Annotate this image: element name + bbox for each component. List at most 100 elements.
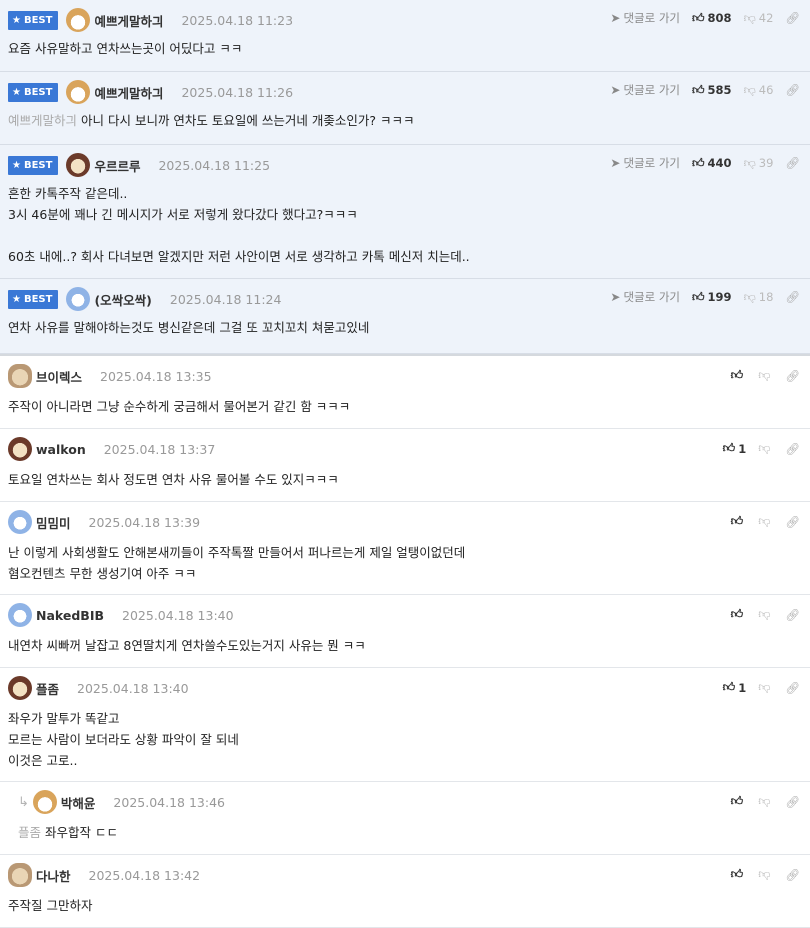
blue-avatar[interactable] bbox=[66, 287, 91, 311]
comment-line-text: 이것은 고로.. bbox=[8, 753, 78, 768]
thumbs-down-icon: 👎︎ bbox=[758, 680, 771, 694]
brown-avatar[interactable] bbox=[8, 676, 32, 700]
comment-line-text: 토요일 연차쓰는 회사 정도면 연차 사유 물어볼 수도 있지ㅋㅋㅋ bbox=[8, 472, 339, 487]
upvote-count: 1 bbox=[738, 680, 747, 695]
upvote-button[interactable]: 👍︎ bbox=[731, 867, 747, 882]
link-icon[interactable]: 🔗︎ bbox=[785, 156, 800, 170]
tan-avatar[interactable] bbox=[8, 364, 32, 388]
thumbs-down-icon: 👎︎ bbox=[758, 368, 771, 382]
link-icon[interactable]: 🔗︎ bbox=[785, 83, 800, 97]
best-comment: ★ BEST 예쁘게말하긔 2025.04.18 11:23 요즘 사유말하고 연차쓰는… bbox=[0, 0, 810, 72]
blue-avatar[interactable] bbox=[8, 603, 32, 627]
upvote-button[interactable]: 👍︎ 1 bbox=[723, 680, 747, 695]
link-icon[interactable]: 🔗︎ bbox=[785, 442, 800, 456]
go-to-reply-link[interactable]: ➤ 댓글로 가기 bbox=[610, 289, 680, 305]
go-to-reply-link[interactable]: ➤ 댓글로 가기 bbox=[610, 82, 680, 98]
go-to-reply-link[interactable]: ➤ 댓글로 가기 bbox=[610, 155, 680, 171]
upvote-count: 1 bbox=[738, 441, 747, 456]
comment-actions: 👍︎ 👎︎ 🔗︎ bbox=[719, 368, 800, 383]
link-icon[interactable]: 🔗︎ bbox=[785, 795, 800, 809]
upvote-button[interactable]: 👍︎ 199 bbox=[692, 290, 732, 305]
downvote-button[interactable]: 👎︎ 46 bbox=[744, 83, 774, 98]
thumbs-up-icon: 👍︎ bbox=[692, 155, 705, 170]
comment-text: 좌우가 말투가 똑같고 모르는 사람이 보더라도 상황 파악이 잘 되네 이것은 고… bbox=[8, 708, 810, 771]
tan-avatar[interactable] bbox=[8, 863, 32, 887]
comment-line-text: 흔한 카톡주작 같은데.. bbox=[8, 186, 128, 201]
comment-text: 플좀 좌우합작 ㄷㄷ bbox=[18, 822, 810, 843]
upvote-count: 440 bbox=[707, 156, 732, 170]
comment-date: 2025.04.18 11:24 bbox=[169, 291, 282, 307]
dog-avatar[interactable] bbox=[66, 80, 91, 104]
brown-avatar[interactable] bbox=[8, 437, 32, 461]
comment-list: ★ BEST 예쁘게말하긔 2025.04.18 11:23 요즘 사유말하고 연차쓰는… bbox=[0, 0, 810, 928]
downvote-button[interactable]: 👎︎ bbox=[758, 441, 773, 456]
best-badge: ★ BEST bbox=[8, 155, 59, 175]
comment-line: 내연차 씨빠꺼 날잡고 8연딸치게 연차쓸수도있는거지 사유는 뭔 ㅋㅋ bbox=[8, 635, 810, 656]
go-reply-label: 댓글로 가기 bbox=[623, 156, 680, 170]
downvote-button[interactable]: 👎︎ bbox=[758, 867, 773, 882]
reply-comment: ↳ 박해윤 2025.04.18 13:46 플좀 좌우합작 ㄷㄷ 👍︎ 👎︎ 🔗︎ bbox=[0, 782, 810, 855]
upvote-button[interactable]: 👍︎ bbox=[731, 514, 747, 529]
blue-avatar[interactable] bbox=[8, 510, 32, 534]
mention-link[interactable]: 플좀 bbox=[18, 825, 41, 840]
star-icon: ★ bbox=[12, 14, 21, 26]
mention-link[interactable]: 예쁘게말하긔 bbox=[8, 113, 77, 128]
link-icon[interactable]: 🔗︎ bbox=[785, 681, 800, 695]
brown-avatar[interactable] bbox=[66, 153, 91, 177]
link-icon[interactable]: 🔗︎ bbox=[785, 868, 800, 882]
reply-arrow-icon: ↳ bbox=[18, 794, 29, 810]
downvote-button[interactable]: 👎︎ 18 bbox=[744, 290, 774, 305]
nickname[interactable]: 플좀 bbox=[36, 679, 59, 698]
nickname[interactable]: 다나한 bbox=[36, 866, 71, 885]
nickname[interactable]: 브이렉스 bbox=[36, 367, 82, 386]
nickname[interactable]: 밈밈미 bbox=[36, 513, 71, 532]
comment-item: 브이렉스 2025.04.18 13:35 주작이 아니라면 그냥 순수하게 궁금해… bbox=[0, 356, 810, 429]
nickname[interactable]: 예쁘게말하긔 bbox=[94, 83, 163, 102]
link-icon[interactable]: 🔗︎ bbox=[785, 11, 800, 25]
comment-date: 2025.04.18 11:25 bbox=[158, 157, 271, 173]
upvote-button[interactable]: 👍︎ bbox=[731, 368, 747, 383]
nickname[interactable]: 우르르루 bbox=[94, 156, 140, 175]
comment-line: 주작이 아니라면 그냥 순수하게 궁금해서 물어본거 같긴 함 ㅋㅋㅋ bbox=[8, 396, 810, 417]
comment-line bbox=[8, 225, 810, 246]
downvote-button[interactable]: 👎︎ bbox=[758, 794, 773, 809]
link-icon[interactable]: 🔗︎ bbox=[785, 515, 800, 529]
comment-actions: 👍︎ 1 👎︎ 🔗︎ bbox=[711, 441, 800, 456]
link-icon[interactable]: 🔗︎ bbox=[785, 608, 800, 622]
dog-avatar[interactable] bbox=[66, 8, 91, 32]
comment-line: 좌우가 말투가 똑같고 bbox=[8, 708, 810, 729]
upvote-button[interactable]: 👍︎ 808 bbox=[692, 11, 732, 26]
nickname[interactable]: (오싹오싹) bbox=[94, 290, 151, 309]
nickname[interactable]: 예쁘게말하긔 bbox=[94, 11, 163, 30]
best-badge-label: BEST bbox=[23, 14, 53, 26]
downvote-button[interactable]: 👎︎ 42 bbox=[744, 11, 774, 26]
downvote-button[interactable]: 👎︎ 39 bbox=[744, 156, 774, 171]
link-icon[interactable]: 🔗︎ bbox=[785, 290, 800, 304]
upvote-button[interactable]: 👍︎ bbox=[731, 607, 747, 622]
downvote-button[interactable]: 👎︎ bbox=[758, 607, 773, 622]
comment-line-text: 연차 사유를 말해야하는것도 병신같은데 그걸 또 꼬치꼬치 쳐묻고있네 bbox=[8, 320, 370, 335]
comment-line: 혐오컨텐츠 무한 생성기여 아주 ㅋㅋ bbox=[8, 563, 810, 584]
downvote-button[interactable]: 👎︎ bbox=[758, 368, 773, 383]
nickname[interactable]: NakedBIB bbox=[36, 608, 104, 623]
go-to-reply-link[interactable]: ➤ 댓글로 가기 bbox=[610, 10, 680, 26]
upvote-button[interactable]: 👍︎ 585 bbox=[692, 83, 732, 98]
downvote-count: 39 bbox=[758, 156, 774, 170]
upvote-button[interactable]: 👍︎ 1 bbox=[723, 441, 747, 456]
comment-header: NakedBIB 2025.04.18 13:40 bbox=[8, 603, 810, 627]
downvote-button[interactable]: 👎︎ bbox=[758, 514, 773, 529]
thumbs-up-icon: 👍︎ bbox=[722, 680, 736, 694]
downvote-button[interactable]: 👎︎ bbox=[758, 680, 773, 695]
go-reply-label: 댓글로 가기 bbox=[623, 290, 680, 304]
comment-date: 2025.04.18 13:40 bbox=[77, 680, 189, 696]
upvote-button[interactable]: 👍︎ 440 bbox=[692, 156, 732, 171]
comment-line-text: 3시 46분에 꽤나 긴 메시지가 서로 저렇게 왔다갔다 했다고?ㅋㅋㅋ bbox=[8, 207, 358, 222]
comment-line: 난 이렇게 사회생활도 안해본새끼들이 주작톡짤 만들어서 퍼나르는게 제일 얼… bbox=[8, 542, 810, 563]
nickname[interactable]: 박해윤 bbox=[61, 793, 96, 812]
nickname[interactable]: walkon bbox=[36, 442, 86, 457]
dog-avatar[interactable] bbox=[32, 790, 57, 814]
upvote-button[interactable]: 👍︎ bbox=[731, 794, 747, 809]
link-icon[interactable]: 🔗︎ bbox=[785, 369, 800, 383]
comment-text: 예쁘게말하긔 아니 다시 보니까 연차도 토요일에 쓰는거네 개좆소인가? ㅋㅋ… bbox=[8, 110, 810, 131]
comment-line: 요즘 사유말하고 연차쓰는곳이 어딨다고 ㅋㅋ bbox=[8, 38, 810, 59]
